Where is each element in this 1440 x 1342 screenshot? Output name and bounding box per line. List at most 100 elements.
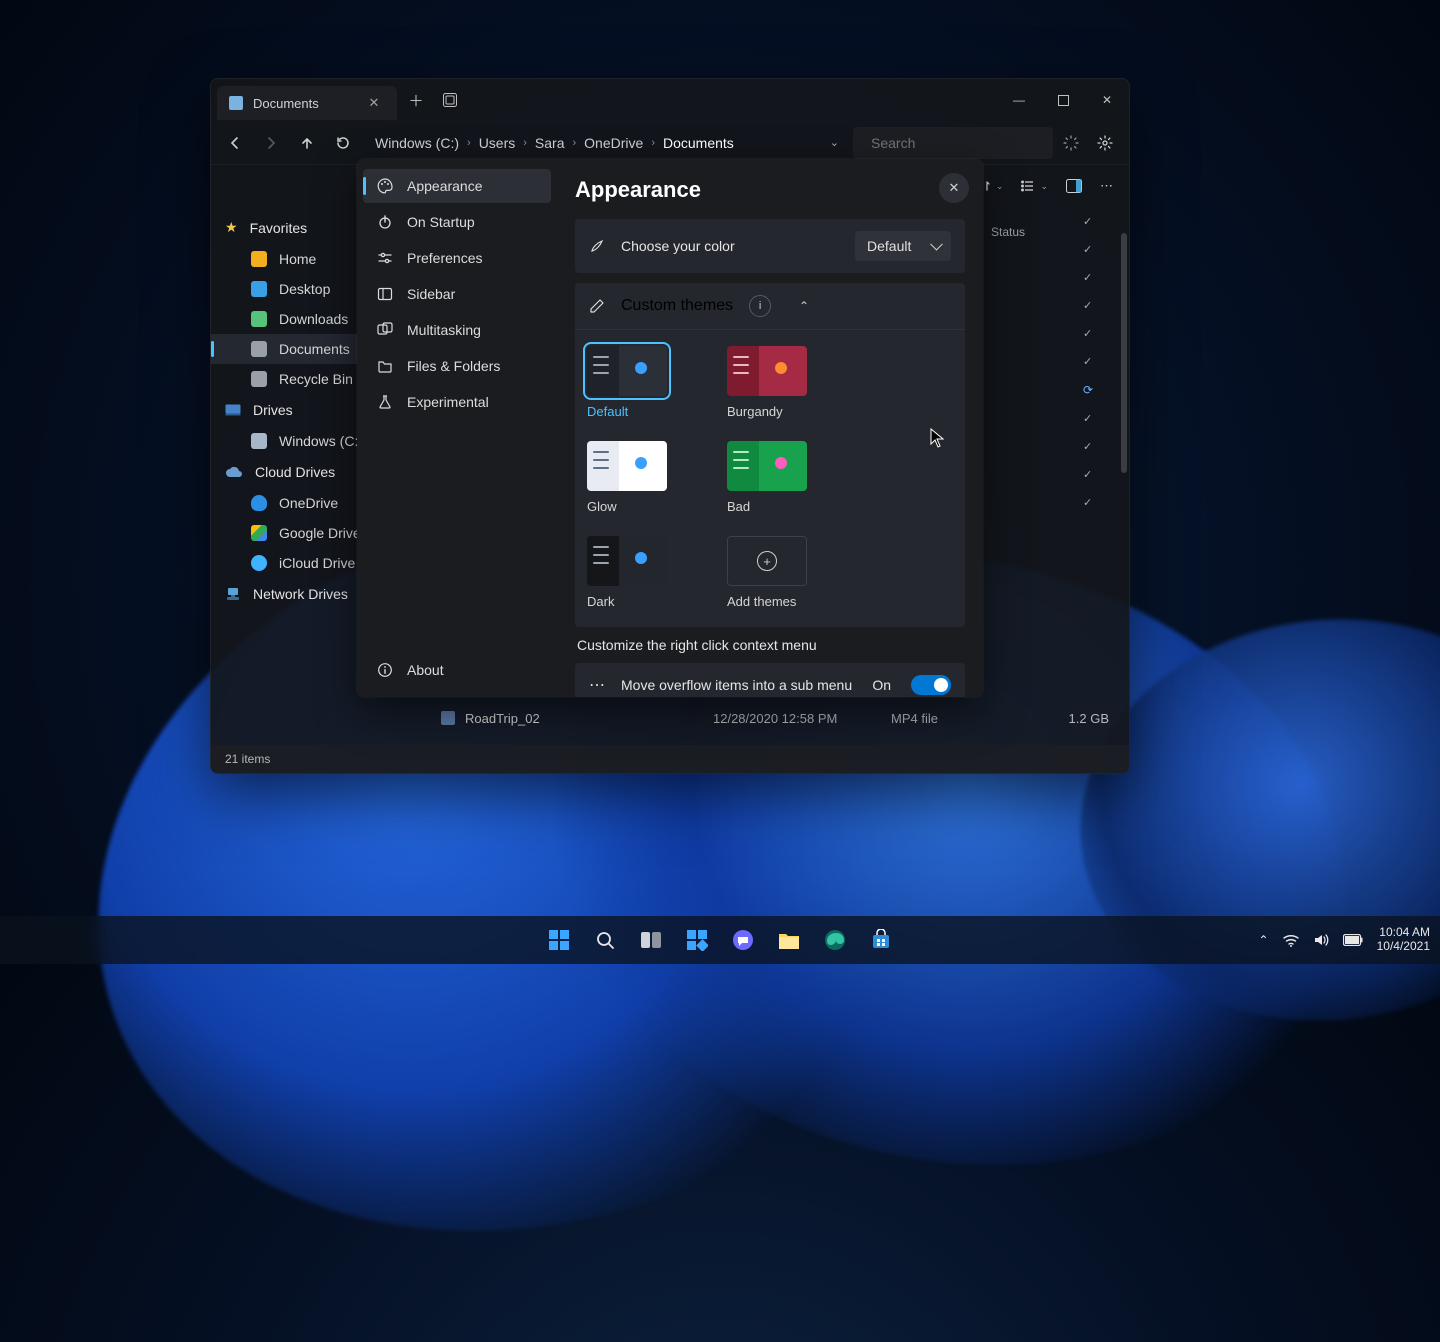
view-button[interactable]: ⌄ (1015, 171, 1054, 201)
widgets-button[interactable] (677, 920, 717, 960)
store-button[interactable] (861, 920, 901, 960)
check-icon: ✓ (1083, 327, 1093, 340)
breadcrumb-segment[interactable]: Users (479, 135, 516, 151)
preview-pane-button[interactable] (1060, 171, 1088, 201)
close-settings-button[interactable]: ✕ (939, 173, 969, 203)
refresh-button[interactable] (327, 127, 359, 159)
add-themes-label: Add themes (727, 594, 796, 609)
theme-glow[interactable]: Glow (587, 441, 677, 514)
ellipsis-icon: ⋯ (589, 675, 605, 695)
tab-title: Documents (253, 96, 353, 111)
breadcrumb-segment[interactable]: OneDrive (584, 135, 643, 151)
tab-documents[interactable]: Documents ✕ (217, 86, 397, 120)
breadcrumb-segment[interactable]: Windows (C:) (375, 135, 459, 151)
home-icon (251, 251, 267, 267)
theme-bad[interactable]: Bad (727, 441, 817, 514)
folder-icon (229, 96, 243, 110)
volume-icon[interactable] (1313, 933, 1329, 947)
clock[interactable]: 10:04 AM 10/4/2021 (1377, 926, 1430, 954)
start-button[interactable] (539, 920, 579, 960)
system-tray: ⌃ 10:04 AM 10/4/2021 (1259, 916, 1430, 964)
close-tab-button[interactable]: ✕ (363, 92, 385, 114)
google-drive-icon (251, 525, 267, 541)
explorer-button[interactable] (769, 920, 809, 960)
maximize-button[interactable] (1041, 81, 1085, 119)
forward-button[interactable] (255, 127, 287, 159)
theme-name: Default (587, 404, 628, 419)
edge-button[interactable] (815, 920, 855, 960)
up-button[interactable] (291, 127, 323, 159)
status-column: ✓ ✓ ✓ ✓ ✓ ✓ ⟳ ✓ ✓ ✓ ✓ (1083, 207, 1093, 509)
search-input[interactable] (871, 135, 1052, 151)
check-icon: ✓ (1083, 496, 1093, 509)
chevron-up-icon[interactable]: ⌃ (799, 299, 809, 313)
close-button[interactable]: ✕ (1085, 81, 1129, 119)
battery-icon[interactable] (1343, 934, 1363, 946)
nav-sidebar[interactable]: Sidebar (363, 277, 551, 311)
flask-icon (377, 394, 393, 410)
themes-header[interactable]: Custom themes i ⌃ (575, 283, 965, 330)
overflow-row: ⋯ Move overflow items into a sub menu On (575, 663, 965, 697)
nav-about[interactable]: About (363, 653, 551, 687)
nav-startup[interactable]: On Startup (363, 205, 551, 239)
breadcrumb[interactable]: Windows (C:)› Users› Sara› OneDrive› Doc… (363, 127, 849, 159)
wifi-icon[interactable] (1283, 933, 1299, 947)
chevron-down-icon[interactable]: ⌄ (830, 136, 839, 149)
status-bar: 21 items (211, 745, 1129, 773)
settings-button[interactable] (1089, 127, 1121, 159)
trash-icon (251, 371, 267, 387)
titlebar: Documents ✕ ＋ — ✕ (211, 79, 1129, 121)
info-icon[interactable]: i (749, 295, 771, 317)
overflow-state: On (872, 677, 891, 693)
pencil-icon (589, 298, 605, 314)
drive-icon (225, 404, 241, 416)
nav-preferences[interactable]: Preferences (363, 241, 551, 275)
network-icon (225, 587, 241, 601)
icloud-icon (251, 555, 267, 571)
taskbar: ⌃ 10:04 AM 10/4/2021 (0, 916, 1440, 964)
file-row[interactable]: RoadTrip_02 12/28/2020 12:58 PM MP4 file… (441, 705, 1109, 731)
power-icon (377, 214, 393, 230)
add-themes[interactable]: + Add themes (727, 536, 817, 609)
chevron-down-icon: ⌄ (1040, 181, 1048, 192)
search-box[interactable] (853, 127, 1053, 159)
onedrive-icon (251, 495, 267, 511)
nav-files-folders[interactable]: Files & Folders (363, 349, 551, 383)
item-count: 21 items (225, 752, 270, 766)
minimize-button[interactable]: — (997, 81, 1041, 119)
overflow-toggle[interactable] (911, 675, 951, 695)
nav-multitasking[interactable]: Multitasking (363, 313, 551, 347)
theme-name: Bad (727, 499, 750, 514)
sidebar-icon (377, 286, 393, 302)
back-button[interactable] (219, 127, 251, 159)
cursor-icon (930, 428, 944, 448)
themes-expander: Custom themes i ⌃ Default (575, 283, 965, 627)
loading-icon (1057, 127, 1085, 159)
chat-button[interactable] (723, 920, 763, 960)
nav-appearance[interactable]: Appearance (363, 169, 551, 203)
task-view-button[interactable] (631, 920, 671, 960)
theme-dark[interactable]: Dark (587, 536, 677, 609)
new-tab-button[interactable]: ＋ (401, 85, 431, 115)
theme-burgandy[interactable]: Burgandy (727, 346, 817, 419)
brush-icon (589, 238, 605, 254)
folder-icon (377, 358, 393, 374)
cloud-icon (225, 466, 243, 478)
tab-overview-button[interactable] (435, 85, 465, 115)
color-select[interactable]: Default (855, 231, 951, 261)
breadcrumb-segment[interactable]: Sara (535, 135, 565, 151)
theme-name: Burgandy (727, 404, 783, 419)
check-icon: ✓ (1083, 215, 1093, 228)
search-button[interactable] (585, 920, 625, 960)
file-size: 1.2 GB (1049, 711, 1109, 726)
check-icon: ✓ (1083, 468, 1093, 481)
palette-icon (377, 178, 393, 194)
scrollbar-thumb[interactable] (1121, 233, 1127, 473)
star-icon: ★ (225, 219, 238, 236)
more-button[interactable]: ⋯ (1094, 171, 1119, 201)
breadcrumb-segment[interactable]: Documents (663, 135, 734, 151)
chevron-down-icon: ⌄ (996, 181, 1004, 192)
nav-experimental[interactable]: Experimental (363, 385, 551, 419)
theme-default[interactable]: Default (587, 346, 677, 419)
tray-chevron-icon[interactable]: ⌃ (1259, 933, 1269, 947)
